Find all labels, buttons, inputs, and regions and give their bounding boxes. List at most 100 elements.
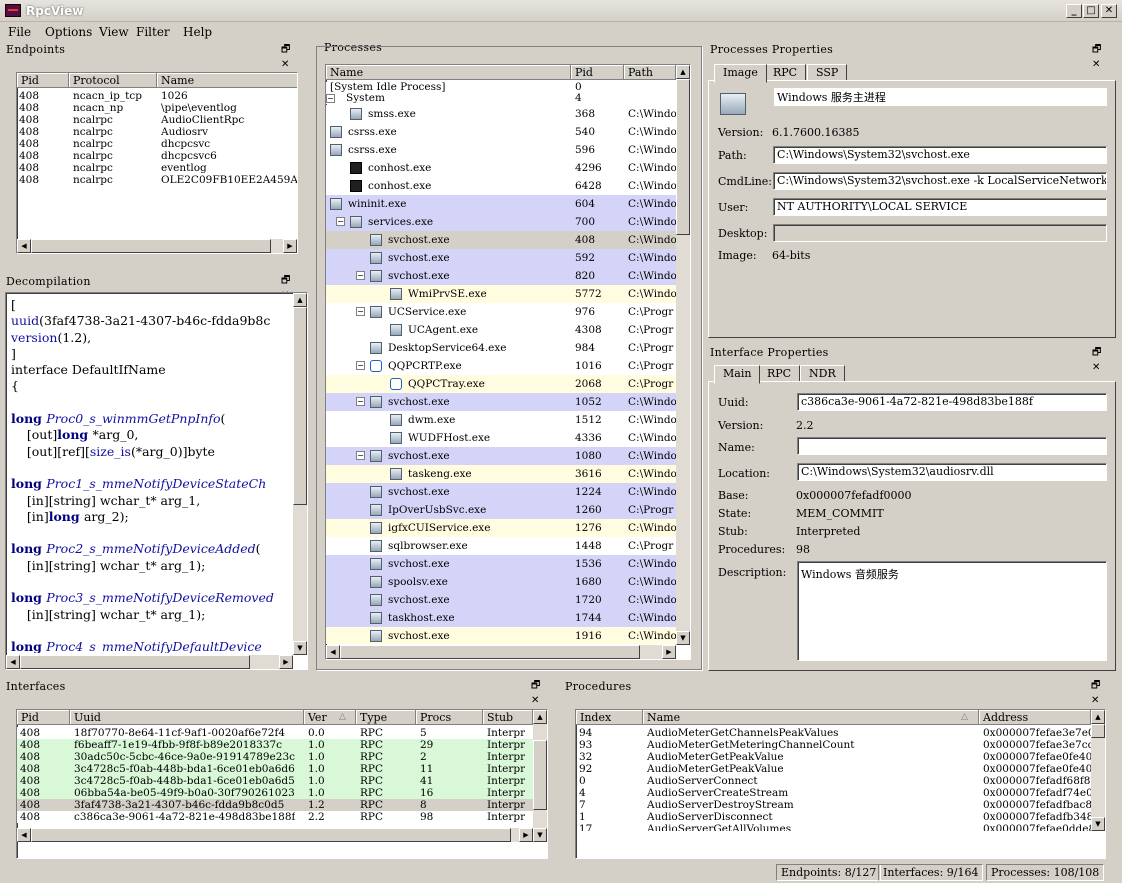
endpoint-row[interactable]: 408 ncalrpc OLE2C09FB10EE2A459A8679 [17, 174, 297, 186]
process-row[interactable]: − services.exe 700 C:\Windo [326, 213, 676, 231]
tree-expander-icon[interactable]: − [336, 217, 345, 226]
tab-interface-rpc[interactable]: RPC [758, 365, 801, 382]
process-row[interactable]: WUDFHost.exe 4336 C:\Windo [326, 429, 676, 447]
procedures-vscroll[interactable]: ▲ ▼ [1091, 710, 1105, 831]
procedure-row[interactable]: 32 AudioMeterGetPeakValue 0x000007fefae0fe… [576, 751, 1091, 763]
procedure-row[interactable]: 93 AudioMeterGetMeteringChannelCount 0x000… [576, 739, 1091, 751]
process-row[interactable]: dwm.exe 1512 C:\Windo [326, 411, 676, 429]
interfaces-col-stub[interactable]: Stub [483, 710, 533, 725]
process-row[interactable]: igfxCUIService.exe 1276 C:\Windo [326, 519, 676, 537]
process-row[interactable]: svchost.exe 1916 C:\Windo [326, 627, 676, 644]
endpoint-row[interactable]: 408 ncacn_ip_tcp 1026 [17, 90, 297, 102]
interfaces-col-procs[interactable]: Procs [416, 710, 483, 725]
process-row[interactable]: conhost.exe 4296 C:\Windo [326, 159, 676, 177]
tree-expander-icon[interactable]: − [356, 271, 365, 280]
interfaces-panel-buttons[interactable]: 🗗 ✕ [531, 678, 560, 706]
tree-expander-icon[interactable]: − [356, 451, 365, 460]
process-row[interactable]: svchost.exe 1224 C:\Windo [326, 483, 676, 501]
process-row[interactable]: DesktopService64.exe 984 C:\Progr [326, 339, 676, 357]
interfaces-hscroll[interactable]: ◀ ▶ [17, 828, 533, 842]
interface-name-field[interactable] [797, 437, 1107, 455]
interface-row[interactable]: 408 3c4728c5-f0ab-448b-bda1-6ce01eb0a6d6 1… [17, 763, 533, 775]
endpoint-row[interactable]: 408 ncalrpc dhcpcsvc [17, 138, 297, 150]
interfaces-col-type[interactable]: Type [356, 710, 416, 725]
procedure-row[interactable]: 94 AudioMeterGetChannelsPeakValues 0x00000… [576, 727, 1091, 739]
process-row[interactable]: IpOverUsbSvc.exe 1260 C:\Progr [326, 501, 676, 519]
endpoint-row[interactable]: 408 ncalrpc dhcpcsvc6 [17, 150, 297, 162]
interfaces-col-pid[interactable]: Pid [17, 710, 70, 725]
process-row[interactable]: sqlbrowser.exe 1448 C:\Progr [326, 537, 676, 555]
interface-row[interactable]: 408 06bba54a-be05-49f9-b0a0-30f790261023 1… [17, 787, 533, 799]
tab-main[interactable]: Main [714, 365, 761, 384]
decompilation-code[interactable]: [uuid(3faf4738-3a21-4307-b46c-fdda9b8c ve… [5, 292, 308, 670]
interface-description-field[interactable]: Windows 音频服务 [797, 561, 1107, 661]
endpoints-col-pid[interactable]: Pid [17, 73, 69, 88]
processes-col-name[interactable]: Name [326, 65, 571, 80]
procedures-col-index[interactable]: Index [576, 710, 643, 725]
tab-ndr[interactable]: NDR [800, 365, 845, 382]
interface-row[interactable]: 408 30adc50c-5cbc-46ce-9a0e-91914789e23c 1… [17, 751, 533, 763]
interface-row[interactable]: 408 3faf4738-3a21-4307-b46c-fdda9b8c0d5 1.… [17, 799, 533, 811]
endpoints-col-name[interactable]: Name [157, 73, 297, 88]
process-row[interactable]: svchost.exe 1720 C:\Windo [326, 591, 676, 609]
decompilation-hscroll[interactable]: ◀ ▶ [6, 655, 293, 669]
process-row[interactable]: svchost.exe 592 C:\Windo [326, 249, 676, 267]
process-row[interactable]: UCAgent.exe 4308 C:\Progr [326, 321, 676, 339]
processes-hscroll[interactable]: ◀ ▶ [326, 645, 676, 659]
procedure-row[interactable]: 7 AudioServerDestroyStream 0x000007fefadfb… [576, 799, 1091, 811]
procedure-row[interactable]: 0 AudioServerConnect 0x000007fefadf68f8 [576, 775, 1091, 787]
tree-expander-icon[interactable]: − [326, 94, 335, 103]
process-row[interactable]: − svchost.exe 1080 C:\Windo [326, 447, 676, 465]
process-row[interactable]: taskhost.exe 1744 C:\Windo [326, 609, 676, 627]
tab-image[interactable]: Image [714, 64, 767, 83]
procedures-col-address[interactable]: Address [979, 710, 1091, 725]
process-row[interactable]: conhost.exe 6428 C:\Windo [326, 177, 676, 195]
tab-ssp[interactable]: SSP [807, 64, 848, 81]
process-desktop-field[interactable] [773, 224, 1107, 242]
procedure-row[interactable]: 92 AudioMeterGetPeakValue 0x000007fefae0fe… [576, 763, 1091, 775]
close-button[interactable]: ✕ [1101, 4, 1117, 18]
process-row[interactable]: − System 4 [326, 92, 676, 104]
process-row[interactable]: − svchost.exe 820 C:\Windo [326, 267, 676, 285]
interfaces-col-uuid[interactable]: Uuid [70, 710, 304, 725]
tree-expander-icon[interactable]: − [356, 307, 365, 316]
endpoint-row[interactable]: 408 ncalrpc eventlog [17, 162, 297, 174]
process-row[interactable]: csrss.exe 540 C:\Windo [326, 123, 676, 141]
procedure-row[interactable]: 17 AudioServerGetAllVolumes 0x000007fefae0… [576, 823, 1091, 831]
process-row[interactable]: QQPCTray.exe 2068 C:\Progr [326, 375, 676, 393]
process-user-field[interactable]: NT AUTHORITY\LOCAL SERVICE [773, 198, 1107, 216]
process-row[interactable]: smss.exe 368 C:\Windo [326, 105, 676, 123]
menu-file[interactable]: File [8, 25, 31, 39]
tree-expander-icon[interactable]: − [356, 361, 365, 370]
procedures-panel-buttons[interactable]: 🗗 ✕ [1091, 678, 1122, 706]
endpoint-row[interactable]: 408 ncacn_np \pipe\eventlog [17, 102, 297, 114]
decompilation-vscroll[interactable]: ▲ ▼ [293, 293, 307, 655]
process-row[interactable]: WmiPrvSE.exe 5772 C:\Windo [326, 285, 676, 303]
process-row[interactable]: svchost.exe 408 C:\Windo [326, 231, 676, 249]
endpoints-panel-buttons[interactable]: 🗗 ✕ [281, 42, 310, 70]
process-row[interactable]: wininit.exe 604 C:\Windo [326, 195, 676, 213]
tree-expander-icon[interactable]: − [356, 397, 365, 406]
endpoint-row[interactable]: 408 ncalrpc Audiosrv [17, 126, 297, 138]
process-row[interactable]: − UCService.exe 976 C:\Progr [326, 303, 676, 321]
process-row[interactable]: csrss.exe 596 C:\Windo [326, 141, 676, 159]
interface-row[interactable]: 408 f6beaff7-1e19-4fbb-9f8f-b89e2018337c 1… [17, 739, 533, 751]
endpoints-col-protocol[interactable]: Protocol [69, 73, 157, 88]
process-row[interactable]: taskeng.exe 3616 C:\Windo [326, 465, 676, 483]
menu-filter[interactable]: Filter [136, 25, 170, 39]
process-cmdline-field[interactable]: C:\Windows\System32\svchost.exe -k Local… [773, 172, 1107, 190]
endpoints-hscroll[interactable]: ◀ ▶ [17, 239, 297, 253]
procedure-row[interactable]: 1 AudioServerDisconnect 0x000007fefadfb348 [576, 811, 1091, 823]
process-row[interactable]: − QQPCRTP.exe 1016 C:\Progr [326, 357, 676, 375]
interface-row[interactable]: 408 c386ca3e-9061-4a72-821e-498d83be188f 2… [17, 811, 533, 823]
interfaces-vscroll[interactable]: ▲ ▼ [533, 710, 547, 842]
menu-view[interactable]: View [99, 25, 129, 39]
maximize-button[interactable]: □ [1083, 4, 1099, 18]
interfaces-col-ver[interactable]: Ver [304, 710, 356, 725]
process-row[interactable]: spoolsv.exe 1680 C:\Windo [326, 573, 676, 591]
tab-rpc[interactable]: RPC [764, 64, 807, 81]
minimize-button[interactable]: _ [1066, 4, 1082, 18]
processes-vscroll[interactable]: ▲ ▼ [676, 65, 690, 645]
process-row[interactable]: svchost.exe 1536 C:\Windo [326, 555, 676, 573]
interface-location-field[interactable]: C:\Windows\System32\audiosrv.dll [797, 463, 1107, 481]
